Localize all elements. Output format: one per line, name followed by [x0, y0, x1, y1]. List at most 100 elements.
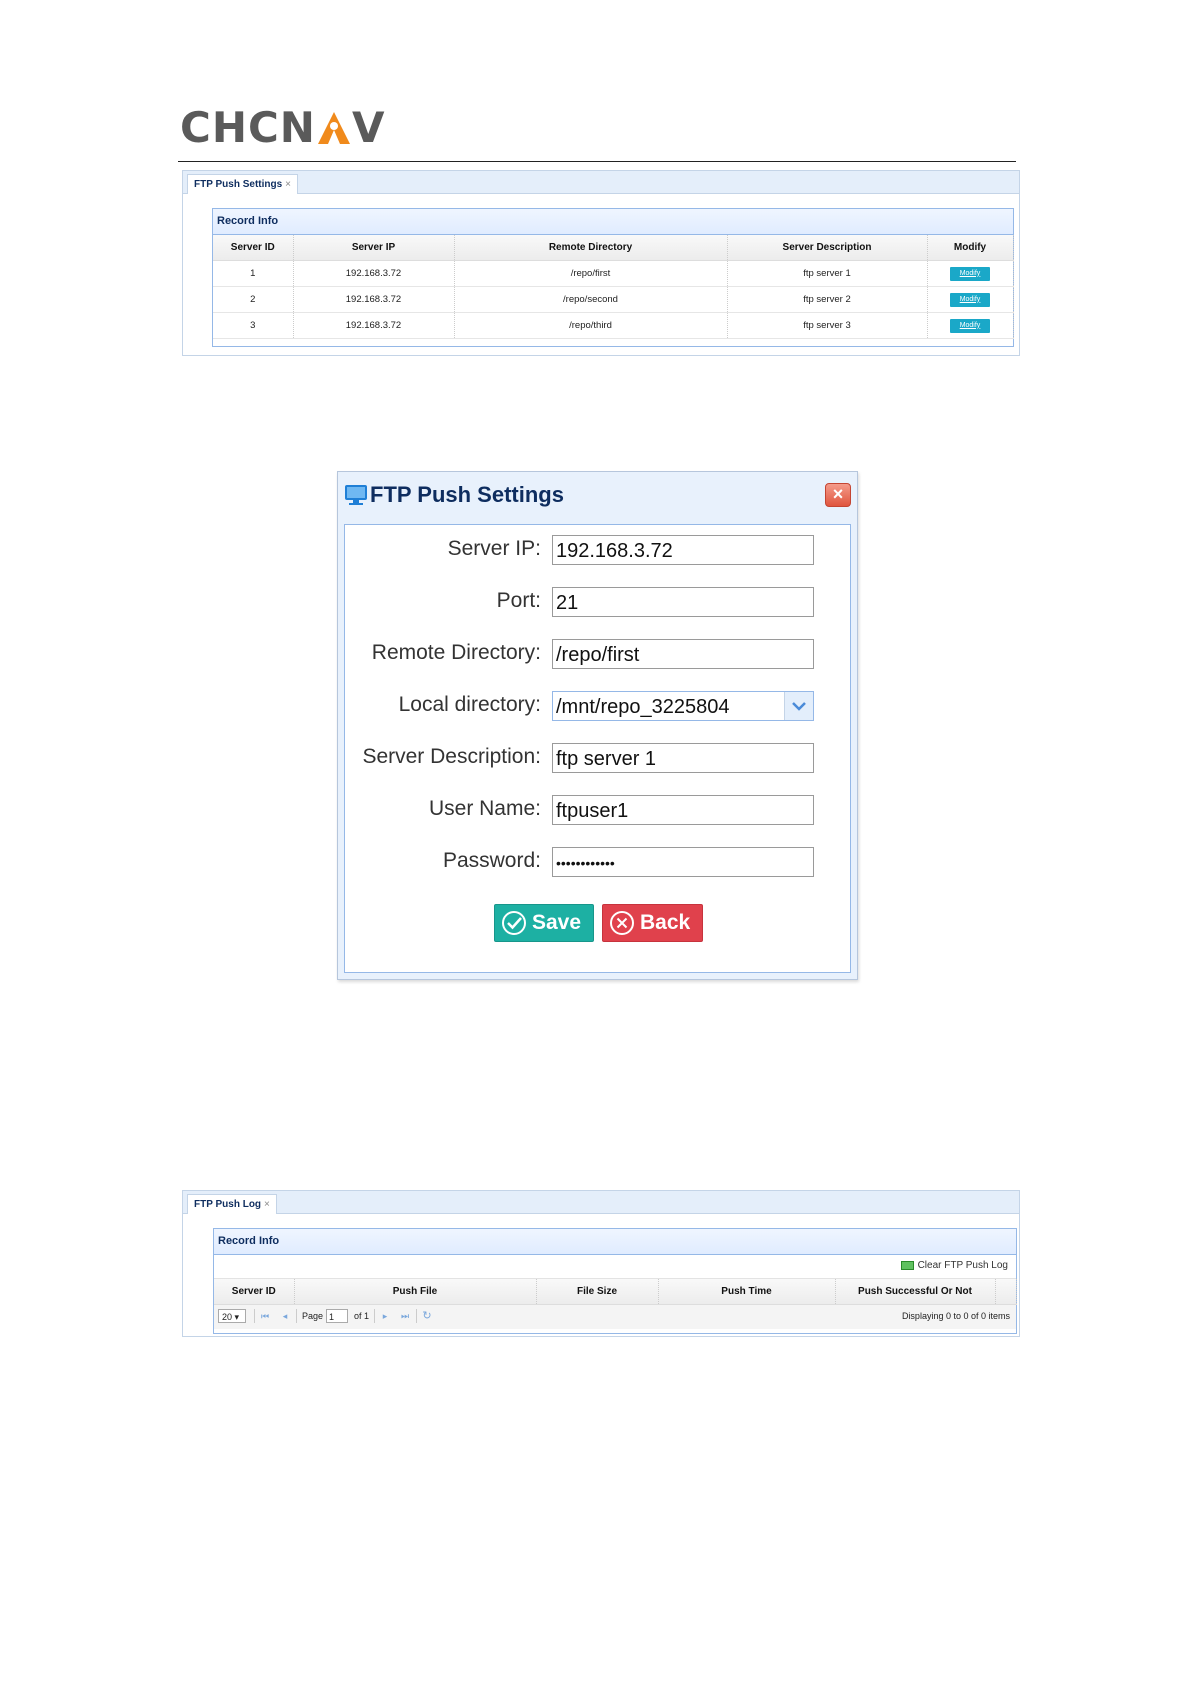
ftp-push-settings-dialog: FTP Push Settings × Server IP: 192.168.3…: [337, 471, 858, 980]
cell-modify: Modify: [927, 260, 1014, 287]
pager-separator: [416, 1309, 417, 1323]
clear-log-icon: [900, 1261, 914, 1270]
page-number-input[interactable]: 1: [326, 1309, 348, 1323]
cell-remote-directory: /repo/second: [454, 286, 728, 313]
table-header-row: Server ID Push File File Size Push Time …: [214, 1279, 1017, 1305]
settings-tabbar: FTP Push Settings ×: [183, 171, 1019, 194]
cell-server-ip: 192.168.3.72: [293, 286, 455, 313]
table-row[interactable]: 3 192.168.3.72 /repo/third ftp server 3 …: [213, 312, 1014, 339]
log-toolbar: Clear FTP Push Log: [214, 1255, 1016, 1279]
col-file-size[interactable]: File Size: [536, 1279, 659, 1305]
pager-separator: [254, 1309, 255, 1323]
tab-close-icon[interactable]: ×: [264, 1199, 270, 1210]
row-password: Password: ••••••••••••: [345, 847, 850, 879]
pager-separator: [296, 1309, 297, 1323]
cell-modify: Modify: [927, 286, 1014, 313]
dialog-header: FTP Push Settings ×: [338, 472, 857, 520]
local-directory-select[interactable]: /mnt/repo_3225804: [552, 691, 814, 721]
dialog-close-icon[interactable]: ×: [825, 483, 851, 507]
refresh-icon[interactable]: ↻: [422, 1309, 432, 1323]
clear-ftp-push-log-button[interactable]: Clear FTP Push Log: [900, 1260, 1008, 1271]
next-page-icon[interactable]: ▸: [380, 1309, 390, 1323]
display-info: Displaying 0 to 0 of 0 items: [901, 1311, 1010, 1321]
server-description-input[interactable]: ftp server 1: [552, 743, 814, 773]
dialog-body: Server IP: 192.168.3.72 Port: 21 Remote …: [344, 524, 851, 973]
pagination-bar: 20 ▾ ⏮ ◂ Page 1 of 1 ▸ ⏭ ↻ Displaying 0 …: [214, 1305, 1016, 1329]
user-name-input[interactable]: ftpuser1: [552, 795, 814, 825]
log-grid: Record Info Clear FTP Push Log Server ID…: [213, 1228, 1017, 1334]
last-page-icon[interactable]: ⏭: [400, 1309, 410, 1323]
cell-server-ip: 192.168.3.72: [293, 312, 455, 339]
settings-grid: Record Info Server ID Server IP Remote D…: [212, 208, 1014, 347]
col-server-id[interactable]: Server ID: [213, 235, 294, 261]
tab-label: FTP Push Settings: [194, 179, 283, 190]
table-row[interactable]: 1 192.168.3.72 /repo/first ftp server 1 …: [213, 260, 1014, 287]
server-ip-input[interactable]: 192.168.3.72: [552, 535, 814, 565]
page-of-label: of 1: [354, 1311, 370, 1321]
local-directory-label: Local directory:: [398, 693, 541, 716]
col-push-file[interactable]: Push File: [294, 1279, 537, 1305]
password-input[interactable]: ••••••••••••: [552, 847, 814, 877]
col-push-successful[interactable]: Push Successful Or Not: [835, 1279, 996, 1305]
page-label: Page: [302, 1311, 324, 1321]
cell-server-ip: 192.168.3.72: [293, 260, 455, 287]
modify-button[interactable]: Modify: [950, 292, 990, 307]
dialog-title-text: FTP Push Settings: [370, 482, 564, 507]
server-description-label: Server Description:: [362, 745, 541, 768]
cell-server-description: ftp server 1: [727, 260, 928, 287]
col-server-ip[interactable]: Server IP: [293, 235, 455, 261]
remote-directory-input[interactable]: /repo/first: [552, 639, 814, 669]
row-user-name: User Name: ftpuser1: [345, 795, 850, 827]
col-modify: Modify: [927, 235, 1014, 261]
row-local-directory: Local directory: /mnt/repo_3225804: [345, 691, 850, 723]
port-input[interactable]: 21: [552, 587, 814, 617]
page-size-value: 20: [222, 1312, 233, 1322]
cell-remote-directory: /repo/third: [454, 312, 728, 339]
back-label: Back: [640, 911, 691, 934]
table-row[interactable]: 2 192.168.3.72 /repo/second ftp server 2…: [213, 286, 1014, 313]
col-push-time[interactable]: Push Time: [658, 1279, 836, 1305]
dialog-title: FTP Push Settings: [344, 482, 564, 508]
pager-separator: [374, 1309, 375, 1323]
cell-remote-directory: /repo/first: [454, 260, 728, 287]
first-page-icon[interactable]: ⏮: [260, 1309, 270, 1323]
cell-modify: Modify: [927, 312, 1014, 339]
modify-button[interactable]: Modify: [950, 266, 990, 281]
user-name-label: User Name:: [428, 797, 541, 820]
tab-label: FTP Push Log: [194, 1199, 262, 1210]
col-filler: [995, 1279, 1017, 1305]
row-server-description: Server Description: ftp server 1: [345, 743, 850, 775]
port-label: Port:: [496, 589, 541, 612]
prev-page-icon[interactable]: ◂: [280, 1309, 290, 1323]
chevron-down-icon[interactable]: [784, 692, 813, 720]
grid-title: Record Info: [213, 209, 1013, 235]
chcnav-logo: CHCN V: [180, 106, 385, 150]
tab-ftp-push-log[interactable]: FTP Push Log ×: [187, 1194, 277, 1214]
check-circle-icon: [502, 911, 526, 935]
local-directory-value: /mnt/repo_3225804: [556, 696, 730, 718]
header-rule: [178, 161, 1016, 162]
password-label: Password:: [442, 849, 541, 872]
table-header-row: Server ID Server IP Remote Directory Ser…: [213, 235, 1014, 261]
save-label: Save: [532, 911, 582, 934]
row-port: Port: 21: [345, 587, 850, 619]
modify-button[interactable]: Modify: [950, 318, 990, 333]
log-table: Server ID Push File File Size Push Time …: [214, 1279, 1017, 1305]
col-server-description[interactable]: Server Description: [727, 235, 928, 261]
tab-close-icon[interactable]: ×: [285, 179, 291, 190]
page-size-select[interactable]: 20 ▾: [218, 1309, 246, 1323]
row-remote-directory: Remote Directory: /repo/first: [345, 639, 850, 671]
back-button[interactable]: Back: [602, 904, 703, 942]
cell-server-description: ftp server 3: [727, 312, 928, 339]
row-server-ip: Server IP: 192.168.3.72: [345, 535, 850, 567]
cancel-circle-icon: [610, 911, 634, 935]
cell-server-id: 1: [213, 260, 294, 287]
save-button[interactable]: Save: [494, 904, 594, 942]
col-server-id[interactable]: Server ID: [214, 1279, 295, 1305]
remote-directory-label: Remote Directory:: [371, 641, 541, 664]
clear-label: Clear FTP Push Log: [917, 1260, 1008, 1271]
col-remote-directory[interactable]: Remote Directory: [454, 235, 728, 261]
settings-table: Server ID Server IP Remote Directory Ser…: [213, 235, 1014, 339]
log-tabbar: FTP Push Log ×: [183, 1191, 1019, 1214]
tab-ftp-push-settings[interactable]: FTP Push Settings ×: [187, 174, 299, 194]
